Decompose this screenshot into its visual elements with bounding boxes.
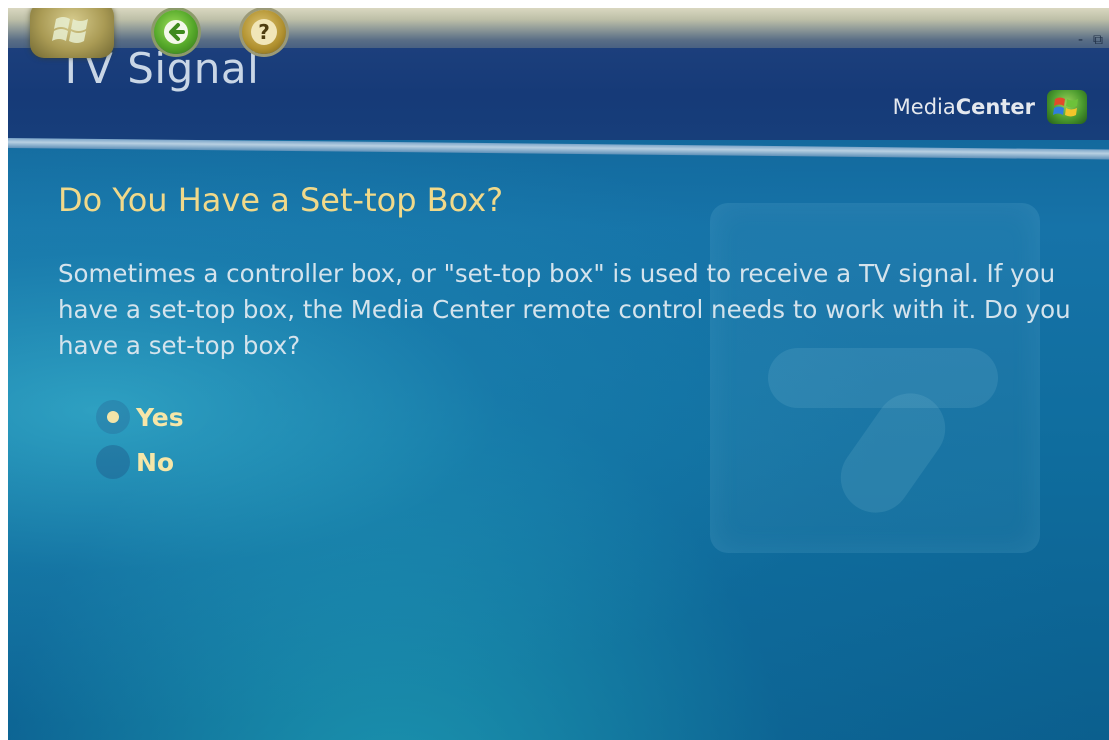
restore-button[interactable]: ⧉	[1093, 32, 1103, 48]
radio-selected-icon[interactable]	[96, 400, 130, 434]
option-no[interactable]: No	[96, 445, 174, 479]
question-heading: Do You Have a Set-top Box?	[58, 181, 504, 219]
help-button[interactable]: ?	[242, 10, 286, 54]
header-divider	[8, 138, 1109, 160]
option-label-yes: Yes	[136, 402, 184, 432]
option-label-no: No	[136, 447, 175, 477]
window-controls: - ⧉	[1078, 32, 1103, 48]
brand-name-bold: Center	[955, 95, 1035, 119]
back-arrow-icon	[163, 19, 189, 45]
media-center-screen: TV Signal ? - ⧉ MediaCenter Do You Have …	[8, 8, 1109, 740]
media-center-brand: MediaCenter	[893, 90, 1087, 124]
brand-name-regular: Media	[892, 95, 956, 119]
svg-text:?: ?	[258, 20, 270, 44]
minimize-button[interactable]: -	[1078, 32, 1083, 48]
start-button[interactable]	[30, 8, 114, 58]
radio-unselected-icon[interactable]	[96, 445, 130, 479]
windows-start-orb-icon	[52, 13, 92, 47]
help-icon: ?	[251, 19, 277, 45]
option-yes[interactable]: Yes	[96, 400, 184, 434]
description-text: Sometimes a controller box, or "set-top …	[58, 259, 1071, 360]
windows-flag-icon	[1047, 90, 1087, 124]
brand-text: MediaCenter	[893, 95, 1035, 119]
back-button[interactable]	[154, 10, 198, 54]
